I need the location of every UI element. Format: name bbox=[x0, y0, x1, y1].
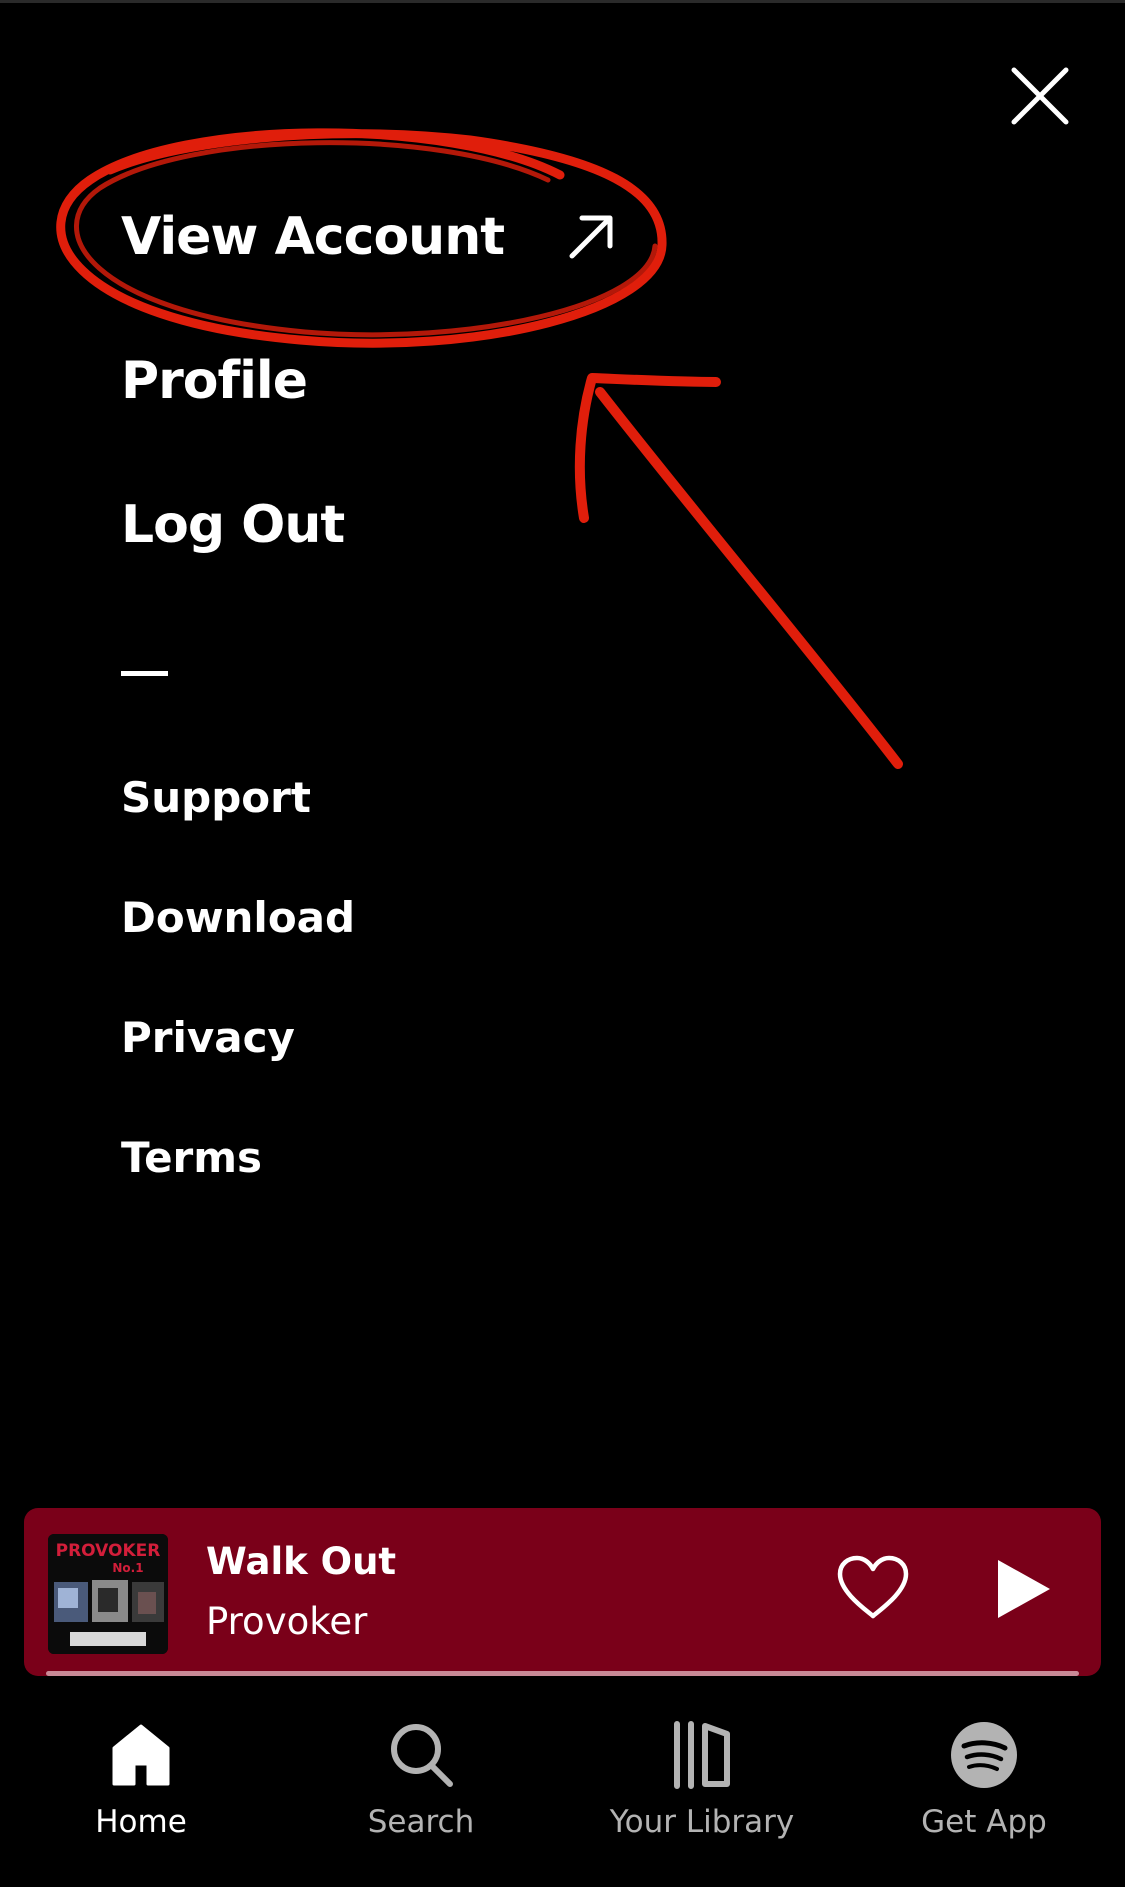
view-account-label: View Account bbox=[121, 207, 505, 267]
nav-your-library-label: Your Library bbox=[609, 1804, 795, 1840]
home-icon bbox=[104, 1718, 178, 1792]
now-playing-bar[interactable]: PROVOKER No.1 Walk Out Provoker bbox=[24, 1508, 1101, 1676]
svg-text:PROVOKER: PROVOKER bbox=[56, 1541, 161, 1561]
nav-your-library[interactable]: Your Library bbox=[572, 1718, 832, 1858]
play-icon bbox=[998, 1560, 1050, 1618]
nav-home-label: Home bbox=[95, 1804, 187, 1840]
spotify-logo-icon bbox=[947, 1718, 1021, 1792]
playback-progress-track[interactable] bbox=[46, 1671, 1079, 1676]
menu-secondary: Support Download Privacy Terms bbox=[121, 772, 355, 1252]
nav-search-label: Search bbox=[367, 1804, 475, 1840]
heart-icon bbox=[837, 1555, 909, 1619]
svg-text:No.1: No.1 bbox=[112, 1561, 143, 1575]
library-icon bbox=[665, 1718, 739, 1792]
menu-divider bbox=[121, 671, 168, 676]
nav-get-app-label: Get App bbox=[921, 1804, 1047, 1840]
external-link-icon bbox=[566, 212, 616, 262]
play-button[interactable] bbox=[994, 1558, 1052, 1620]
close-button[interactable] bbox=[1008, 64, 1072, 128]
terms-link[interactable]: Terms bbox=[121, 1132, 355, 1184]
nav-home[interactable]: Home bbox=[11, 1718, 271, 1858]
track-artist[interactable]: Provoker bbox=[206, 1600, 367, 1643]
album-art[interactable]: PROVOKER No.1 bbox=[48, 1534, 168, 1654]
bottom-nav: Home Search Your Library Get App bbox=[0, 1700, 1125, 1887]
view-account-link[interactable]: View Account bbox=[121, 205, 616, 269]
like-button[interactable] bbox=[836, 1554, 910, 1622]
menu-primary: View Account Profile Log Out bbox=[121, 205, 616, 637]
track-title[interactable]: Walk Out bbox=[206, 1540, 396, 1583]
profile-link[interactable]: Profile bbox=[121, 349, 616, 413]
privacy-link[interactable]: Privacy bbox=[121, 1012, 355, 1064]
log-out-link[interactable]: Log Out bbox=[121, 493, 616, 557]
annotation-arrow-shaft bbox=[595, 387, 903, 769]
close-icon bbox=[1011, 67, 1069, 125]
top-border bbox=[0, 0, 1125, 3]
download-link[interactable]: Download bbox=[121, 892, 355, 944]
support-link[interactable]: Support bbox=[121, 772, 355, 824]
nav-search[interactable]: Search bbox=[291, 1718, 551, 1858]
search-icon bbox=[384, 1718, 458, 1792]
nav-get-app[interactable]: Get App bbox=[854, 1718, 1114, 1858]
